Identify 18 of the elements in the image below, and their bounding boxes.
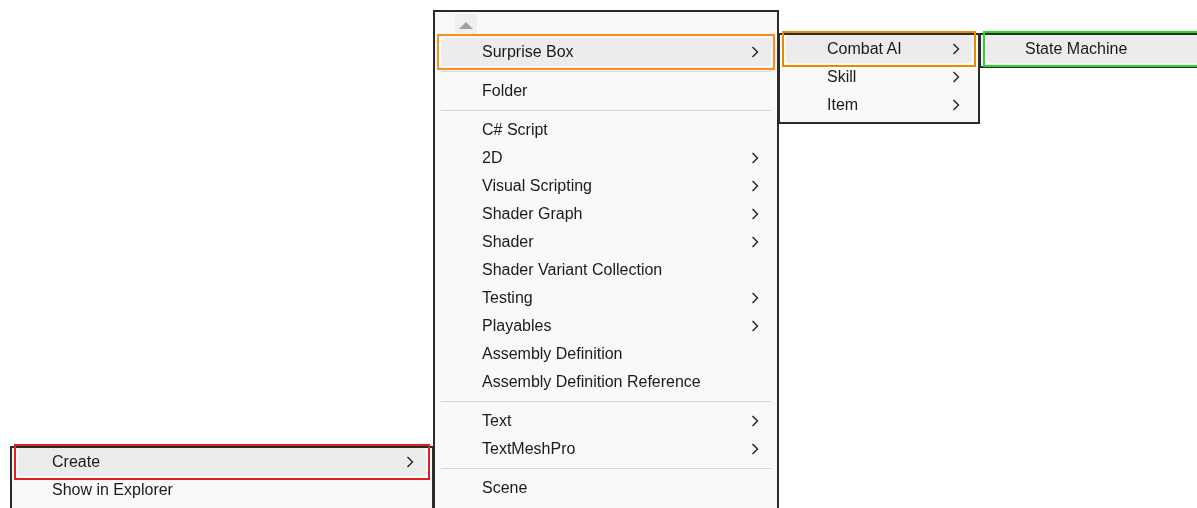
menu-item[interactable]: C# Script xyxy=(441,116,771,144)
menu-item[interactable]: Shader Variant Collection xyxy=(441,256,771,284)
menu-item[interactable]: Scene xyxy=(441,474,771,502)
menu-item[interactable]: Assembly Definition xyxy=(441,340,771,368)
menu-item[interactable]: Visual Scripting xyxy=(441,172,771,200)
menu-item[interactable]: Shader xyxy=(441,228,771,256)
scroll-up-icon[interactable] xyxy=(455,14,477,36)
menu-item[interactable]: Assembly Definition Reference xyxy=(441,368,771,396)
menu-item[interactable]: Item xyxy=(786,91,972,119)
menu-item[interactable]: Playables xyxy=(441,312,771,340)
menu-item[interactable]: Show in Explorer xyxy=(18,476,426,504)
menu-item[interactable]: Skill xyxy=(786,63,972,91)
menu-item[interactable]: Testing xyxy=(441,284,771,312)
menu-item[interactable]: 2D xyxy=(441,144,771,172)
menu-item[interactable]: TextMeshPro xyxy=(441,435,771,463)
menu-item[interactable]: Shader Graph xyxy=(441,200,771,228)
menu-item[interactable]: Text xyxy=(441,407,771,435)
menu-item[interactable]: Folder xyxy=(441,77,771,105)
